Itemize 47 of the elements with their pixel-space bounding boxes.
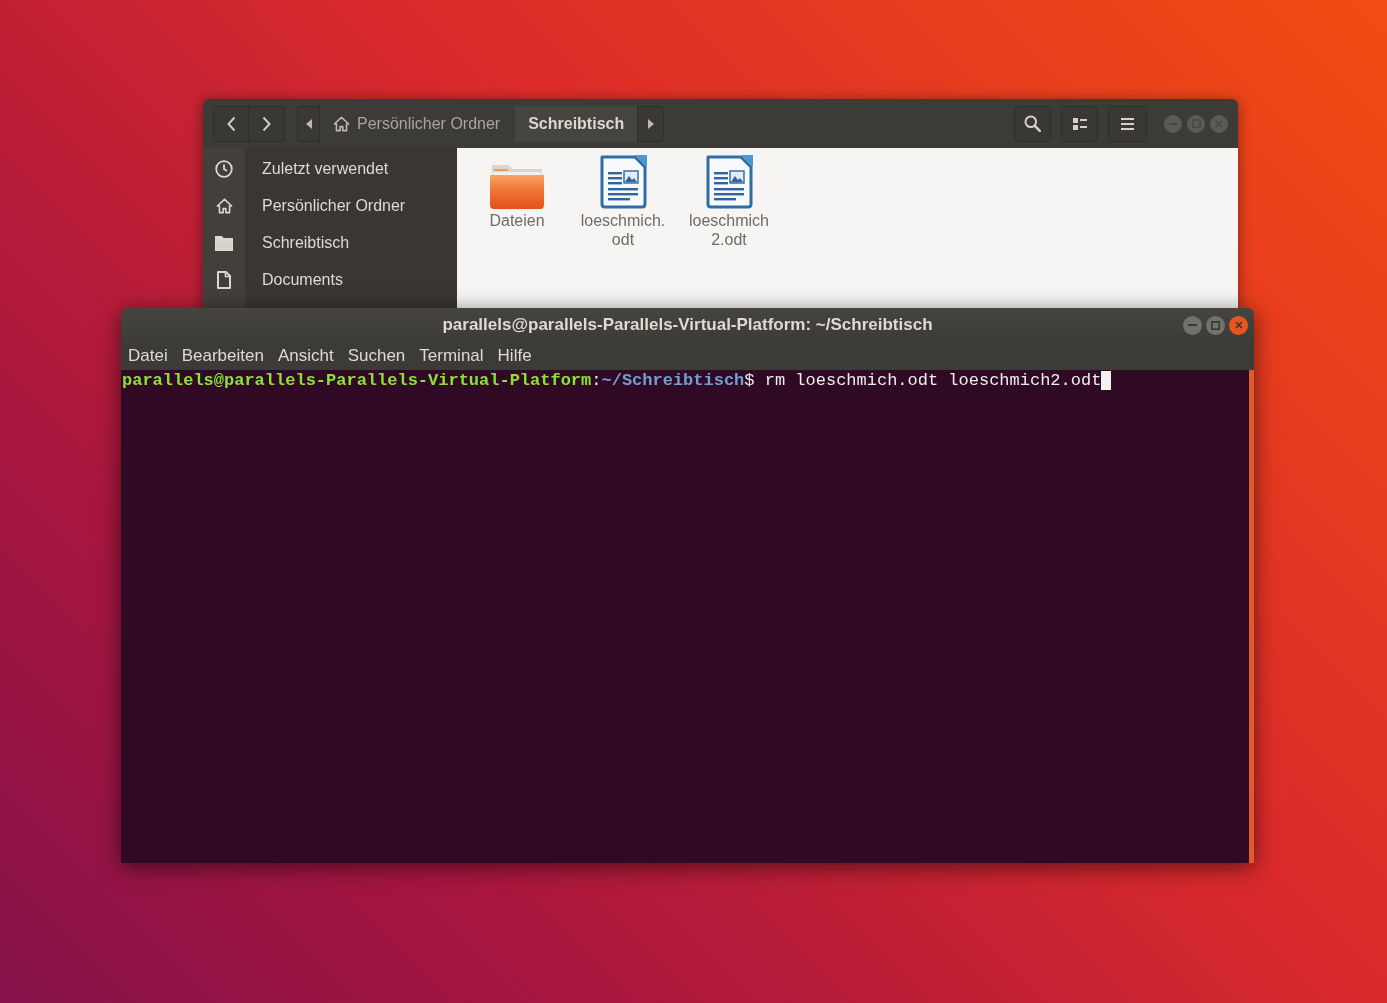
terminal-line: parallels@parallels-Parallels-Virtual-Platform:~/Schreibtisch$ rm loeschmich.odt loeschmich2.odt <box>122 371 1102 391</box>
folder-icon <box>215 234 233 251</box>
caret-right-icon <box>647 118 654 129</box>
search-button[interactable] <box>1014 105 1051 142</box>
path-button[interactable]: Schreibtisch <box>515 105 638 142</box>
maximize-icon <box>1191 119 1201 128</box>
menu-item[interactable]: Ansicht <box>270 343 341 369</box>
file-item[interactable]: loeschmich. odt <box>570 153 676 249</box>
chevron-left-icon <box>226 115 236 132</box>
search-icon <box>1024 115 1041 132</box>
home-icon <box>215 197 233 214</box>
minimize-icon <box>1188 324 1197 326</box>
sidebar-item[interactable]: Zuletzt verwendet <box>203 150 457 187</box>
list-view-icon <box>1072 117 1087 130</box>
document-icon <box>705 155 753 209</box>
sidebar-item[interactable]: Documents <box>203 261 457 298</box>
window-title: parallels@parallels-Parallels-Virtual-Platform: ~/Schreibtisch <box>442 314 933 337</box>
path-scroll-left-button[interactable] <box>297 105 320 142</box>
sidebar-item[interactable]: Schreibtisch <box>203 224 457 261</box>
folder-icon <box>490 163 544 209</box>
menu-icon <box>1121 117 1134 130</box>
home-icon <box>333 115 350 132</box>
menu-button[interactable] <box>1108 105 1147 142</box>
menu-item[interactable]: Hilfe <box>490 343 539 369</box>
document-icon <box>599 155 647 209</box>
minimize-button[interactable] <box>1183 315 1202 335</box>
forward-button[interactable] <box>249 105 285 142</box>
sidebar-item[interactable]: Persönlicher Ordner <box>203 187 457 224</box>
path-button[interactable]: Persönlicher Ordner <box>320 105 514 142</box>
close-icon <box>1234 321 1243 329</box>
caret-left-icon <box>305 118 312 129</box>
menu-item[interactable]: Datei <box>121 343 175 369</box>
view-toggle-button[interactable] <box>1061 105 1098 142</box>
close-button[interactable] <box>1229 315 1248 335</box>
menu-item[interactable]: Terminal <box>412 343 491 369</box>
maximize-button[interactable] <box>1206 315 1225 335</box>
scrollbar[interactable] <box>1249 370 1254 863</box>
path-scroll-right-button[interactable] <box>637 105 665 142</box>
maximize-icon <box>1211 320 1220 330</box>
document-icon <box>217 270 231 289</box>
menu-item[interactable]: Bearbeiten <box>174 343 271 369</box>
back-button[interactable] <box>213 105 249 142</box>
menu-item[interactable]: Suchen <box>340 343 413 369</box>
clock-icon <box>215 159 233 178</box>
file-item[interactable]: Dateien <box>464 153 570 230</box>
chevron-right-icon <box>262 115 271 132</box>
file-item[interactable]: loeschmich 2.odt <box>676 153 782 249</box>
